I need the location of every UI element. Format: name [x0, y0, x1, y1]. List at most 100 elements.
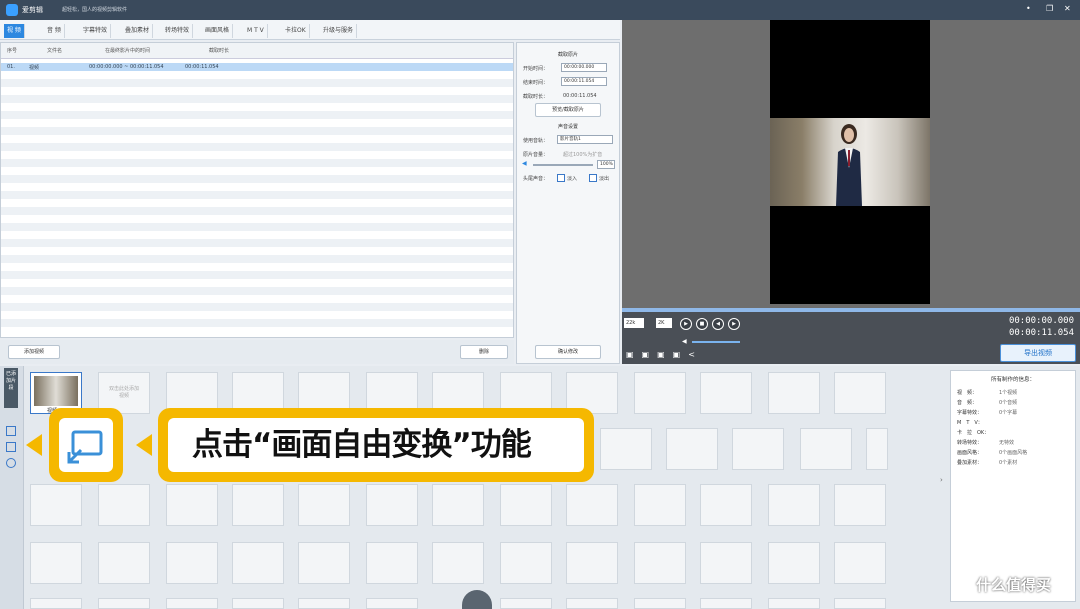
rotate-icon[interactable] [6, 458, 16, 468]
table-row-empty [1, 239, 513, 247]
preview-clip-button[interactable]: 预览/截取原片 [535, 103, 601, 117]
fade-in-checkbox[interactable] [557, 174, 565, 182]
info-value: 无特效 [999, 440, 1015, 446]
timeline-slot [298, 484, 350, 526]
timeline-slot [866, 428, 888, 470]
toolbar-icons: ▣▣▣▣< [626, 350, 703, 359]
stop-button[interactable]: ■ [696, 318, 708, 330]
tab-karaoke[interactable]: 卡拉OK [282, 24, 310, 38]
tab-transition[interactable]: 转场特效 [162, 24, 194, 38]
timeline-sidebar: 已添加片段 [0, 366, 24, 609]
timeline-slot [700, 372, 752, 414]
col-duration: 截取时长 [209, 48, 230, 54]
table-row-empty [1, 79, 513, 87]
tab-video[interactable]: 视 频 [4, 24, 25, 38]
title-bar: 爱剪辑 超轻松，国人的视频剪辑软件 • ❐ ✕ [0, 0, 1080, 20]
timeline-slot [232, 484, 284, 526]
table-row-empty [1, 223, 513, 231]
col-filename: 文件名 [47, 48, 63, 54]
play-button[interactable]: ▶ [680, 318, 692, 330]
current-time: 00:00:00.000 [1008, 316, 1074, 326]
timeline-slot [566, 542, 618, 584]
confirm-button[interactable]: 确认修改 [535, 345, 601, 359]
callout-arrow-icon [136, 434, 152, 456]
prev-frame-button[interactable]: ◀ [712, 318, 724, 330]
minimize-button[interactable]: • [1026, 4, 1031, 13]
track-label: 使用音轨： [523, 138, 549, 144]
timeline-slot [600, 428, 652, 470]
duration-label: 截取时长： [523, 94, 549, 100]
restore-button[interactable]: ❐ [1046, 4, 1053, 13]
fade-label: 头尾声音： [523, 176, 549, 182]
speed-input-b[interactable]: 2K [656, 318, 672, 328]
clip-settings-panel: 截取原片 开始时间： 00:00:00.000 结束时间： 00:00:11.0… [516, 42, 620, 364]
free-transform-icon [67, 430, 103, 464]
callout-arrow-icon [26, 434, 42, 456]
info-title: 所有制作的信息： [990, 377, 1035, 383]
player-volume-icon: ◀ [682, 338, 687, 345]
watermark-text: 什么值得买 [976, 576, 1052, 594]
next-frame-button[interactable]: ▶ [728, 318, 740, 330]
volume-icon: ◀ [522, 160, 527, 167]
end-time-input[interactable]: 00:00:11.054 [561, 77, 607, 86]
panel-collapse-handle[interactable]: › [940, 476, 948, 496]
start-time-label: 开始时间： [523, 66, 549, 72]
app-name: 爱剪辑 [22, 6, 43, 14]
timeline-slot [500, 598, 552, 609]
start-time-input[interactable]: 00:00:00.000 [561, 63, 607, 72]
transform-icon[interactable] [6, 442, 16, 452]
timeline-slot [834, 542, 886, 584]
timeline-slot [566, 484, 618, 526]
crop-icon[interactable] [6, 426, 16, 436]
timeline-slot [634, 372, 686, 414]
info-value: 0个画面风格 [999, 450, 1028, 456]
player-volume-slider[interactable] [692, 341, 740, 343]
col-time: 在最终影片中的时间 [105, 48, 151, 54]
table-row-empty [1, 159, 513, 167]
info-value: 0个素材 [999, 460, 1018, 466]
add-video-button[interactable]: 添加视频 [8, 345, 60, 359]
table-row-empty [1, 271, 513, 279]
video-image [770, 118, 930, 206]
app-slogan: 超轻松，国人的视频剪辑软件 [62, 7, 128, 13]
duration-value: 00:00:11.054 [563, 93, 597, 99]
tab-overlay[interactable]: 叠加素材 [122, 24, 154, 38]
person-figure [836, 124, 862, 206]
export-video-button[interactable]: 导出视频 [1000, 344, 1076, 362]
timeline-slot [366, 484, 418, 526]
speed-input-a[interactable]: 22k [624, 318, 644, 328]
file-list: 序号 文件名 在最终影片中的时间 截取时长 01. 视频 00:00:00.00… [0, 42, 514, 338]
tab-audio[interactable]: 音 频 [44, 24, 65, 38]
table-row-empty [1, 319, 513, 327]
file-actions: 添加视频 删除 [0, 340, 514, 364]
fade-out-checkbox[interactable] [589, 174, 597, 182]
info-key: 转场特效： [957, 440, 983, 446]
table-row[interactable]: 01. 视频 00:00:00.000 ~ 00:00:11.054 00:00… [1, 63, 513, 71]
table-row-empty [1, 127, 513, 135]
tab-upgrade[interactable]: 升级与服务 [320, 24, 358, 38]
timeline-slot [634, 484, 686, 526]
info-key: 字幕特效： [957, 410, 983, 416]
volume-slider[interactable] [533, 164, 593, 166]
video-preview [622, 20, 1080, 308]
tab-mtv[interactable]: M T V [244, 24, 268, 38]
tab-subtitle-effects[interactable]: 字幕特效 [80, 24, 112, 38]
volume-input[interactable]: 100% [597, 160, 615, 169]
close-button[interactable]: ✕ [1064, 4, 1071, 13]
timeline-slot [666, 428, 718, 470]
table-row-empty [1, 207, 513, 215]
table-row-empty [1, 143, 513, 151]
end-time-label: 结束时间： [523, 80, 549, 86]
video-frame [770, 20, 930, 304]
timeline-slot [700, 484, 752, 526]
app-logo-icon [6, 4, 18, 16]
volume-hint: 超过100%为扩音 [563, 152, 603, 158]
delete-button[interactable]: 删除 [460, 345, 508, 359]
timeline-slot [800, 428, 852, 470]
tab-style[interactable]: 画面风格 [202, 24, 234, 38]
info-value: 0个字幕 [999, 410, 1018, 416]
track-select[interactable]: 影片音轨1 [557, 135, 613, 144]
table-row-empty [1, 255, 513, 263]
progress-bar[interactable] [622, 308, 1080, 312]
added-clips-tab[interactable]: 已添加片段 [4, 368, 18, 408]
